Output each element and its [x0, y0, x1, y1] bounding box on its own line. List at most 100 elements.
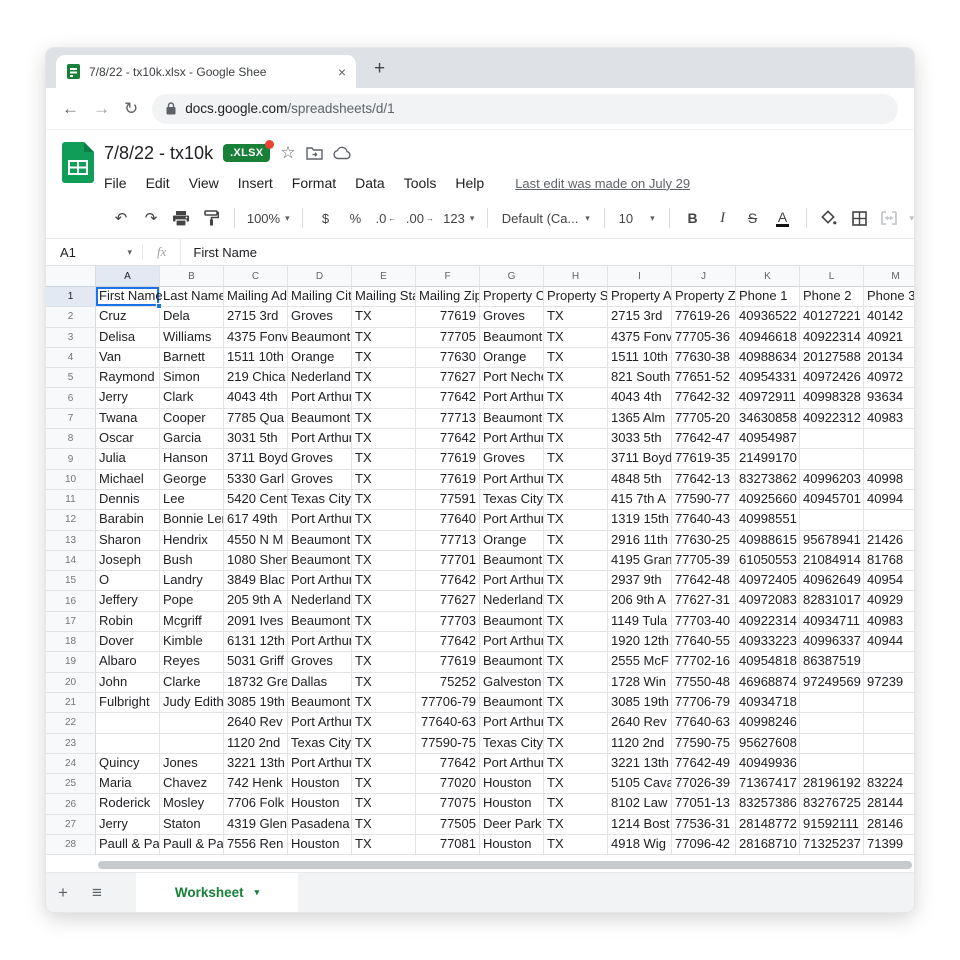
row-number-4[interactable]: 4 — [46, 348, 96, 368]
cell-C12[interactable]: 617 49th — [224, 510, 288, 530]
cell-A11[interactable]: Dennis — [96, 490, 160, 510]
cell-G4[interactable]: Orange — [480, 348, 544, 368]
cell-B6[interactable]: Clark — [160, 388, 224, 408]
cell-F19[interactable]: 77619 — [416, 652, 480, 672]
cell-L22[interactable] — [800, 713, 864, 733]
cell-D18[interactable]: Port Arthur — [288, 632, 352, 652]
cell-G11[interactable]: Texas City — [480, 490, 544, 510]
cell-F7[interactable]: 77713 — [416, 409, 480, 429]
cell-I17[interactable]: 1149 Tula — [608, 612, 672, 632]
new-tab-button[interactable]: + — [374, 58, 385, 80]
cell-C7[interactable]: 7785 Qua — [224, 409, 288, 429]
row-number-3[interactable]: 3 — [46, 328, 96, 348]
cell-F10[interactable]: 77619 — [416, 470, 480, 490]
cell-L14[interactable]: 21084914 — [800, 551, 864, 571]
cell-M19[interactable] — [864, 652, 914, 672]
italic-button[interactable]: I — [710, 205, 736, 231]
cell-I18[interactable]: 1920 12th — [608, 632, 672, 652]
cell-D7[interactable]: Beaumont — [288, 409, 352, 429]
cell-I16[interactable]: 206 9th A — [608, 591, 672, 611]
cell-J28[interactable]: 77096-42 — [672, 835, 736, 855]
sheets-logo-icon[interactable] — [62, 142, 94, 184]
row-number-2[interactable]: 2 — [46, 307, 96, 327]
format-currency-button[interactable]: $ — [312, 205, 338, 231]
cell-K16[interactable]: 40972083 — [736, 591, 800, 611]
menu-format[interactable]: Format — [292, 175, 336, 191]
cell-B21[interactable]: Judy Edith — [160, 693, 224, 713]
cell-G28[interactable]: Houston — [480, 835, 544, 855]
cell-B18[interactable]: Kimble — [160, 632, 224, 652]
cell-J8[interactable]: 77642-47 — [672, 429, 736, 449]
move-folder-icon[interactable] — [306, 146, 323, 160]
cell-E20[interactable]: TX — [352, 673, 416, 693]
cell-K1[interactable]: Phone 1 — [736, 287, 800, 307]
column-header-J[interactable]: J — [672, 266, 736, 287]
cell-L13[interactable]: 95678941 — [800, 531, 864, 551]
cell-M21[interactable] — [864, 693, 914, 713]
cell-J22[interactable]: 77640-63 — [672, 713, 736, 733]
cell-E17[interactable]: TX — [352, 612, 416, 632]
cell-J27[interactable]: 77536-31 — [672, 815, 736, 835]
cell-H15[interactable]: TX — [544, 571, 608, 591]
cell-C26[interactable]: 7706 Folk — [224, 794, 288, 814]
cell-M1[interactable]: Phone 3 — [864, 287, 914, 307]
row-number-26[interactable]: 26 — [46, 794, 96, 814]
cell-M8[interactable] — [864, 429, 914, 449]
cell-B10[interactable]: George — [160, 470, 224, 490]
cell-H28[interactable]: TX — [544, 835, 608, 855]
forward-icon[interactable]: → — [93, 99, 110, 119]
cell-H24[interactable]: TX — [544, 754, 608, 774]
cell-B26[interactable]: Mosley — [160, 794, 224, 814]
cell-G5[interactable]: Port Neches — [480, 368, 544, 388]
row-number-11[interactable]: 11 — [46, 490, 96, 510]
cell-L8[interactable] — [800, 429, 864, 449]
cell-B23[interactable] — [160, 734, 224, 754]
cell-L23[interactable] — [800, 734, 864, 754]
cell-F24[interactable]: 77642 — [416, 754, 480, 774]
cell-E28[interactable]: TX — [352, 835, 416, 855]
cell-E19[interactable]: TX — [352, 652, 416, 672]
cell-H20[interactable]: TX — [544, 673, 608, 693]
cell-I11[interactable]: 415 7th A — [608, 490, 672, 510]
cell-L2[interactable]: 40127221 — [800, 307, 864, 327]
select-all-corner[interactable] — [46, 266, 96, 287]
cell-A19[interactable]: Albaro — [96, 652, 160, 672]
increase-decimal-button[interactable]: .00→ — [403, 205, 436, 231]
column-header-I[interactable]: I — [608, 266, 672, 287]
redo-button[interactable]: ↷ — [138, 205, 164, 231]
menu-file[interactable]: File — [104, 175, 127, 191]
cell-G10[interactable]: Port Arthur — [480, 470, 544, 490]
cell-K18[interactable]: 40933223 — [736, 632, 800, 652]
cell-H8[interactable]: TX — [544, 429, 608, 449]
cell-G25[interactable]: Houston — [480, 774, 544, 794]
cell-G12[interactable]: Port Arthur — [480, 510, 544, 530]
cell-L17[interactable]: 40934711 — [800, 612, 864, 632]
cell-C5[interactable]: 219 Chica — [224, 368, 288, 388]
paint-format-button[interactable] — [198, 205, 224, 231]
cell-J21[interactable]: 77706-79 — [672, 693, 736, 713]
cell-L15[interactable]: 40962649 — [800, 571, 864, 591]
cell-E7[interactable]: TX — [352, 409, 416, 429]
row-number-20[interactable]: 20 — [46, 673, 96, 693]
row-number-12[interactable]: 12 — [46, 510, 96, 530]
cell-E23[interactable]: TX — [352, 734, 416, 754]
row-number-13[interactable]: 13 — [46, 531, 96, 551]
cell-F13[interactable]: 77713 — [416, 531, 480, 551]
cell-K15[interactable]: 40972405 — [736, 571, 800, 591]
menu-edit[interactable]: Edit — [146, 175, 170, 191]
cell-I1[interactable]: Property Address — [608, 287, 672, 307]
cell-M22[interactable] — [864, 713, 914, 733]
cell-M18[interactable]: 40944 — [864, 632, 914, 652]
column-header-M[interactable]: M — [864, 266, 914, 287]
cell-I26[interactable]: 8102 Law — [608, 794, 672, 814]
cell-K5[interactable]: 40954331 — [736, 368, 800, 388]
cell-J7[interactable]: 77705-20 — [672, 409, 736, 429]
cell-C20[interactable]: 18732 Gre — [224, 673, 288, 693]
cell-F25[interactable]: 77020 — [416, 774, 480, 794]
cell-K4[interactable]: 40988634 — [736, 348, 800, 368]
cell-G15[interactable]: Port Arthur — [480, 571, 544, 591]
cell-J11[interactable]: 77590-77 — [672, 490, 736, 510]
cell-A25[interactable]: Maria — [96, 774, 160, 794]
cell-M10[interactable]: 40998 — [864, 470, 914, 490]
cell-G16[interactable]: Nederland — [480, 591, 544, 611]
